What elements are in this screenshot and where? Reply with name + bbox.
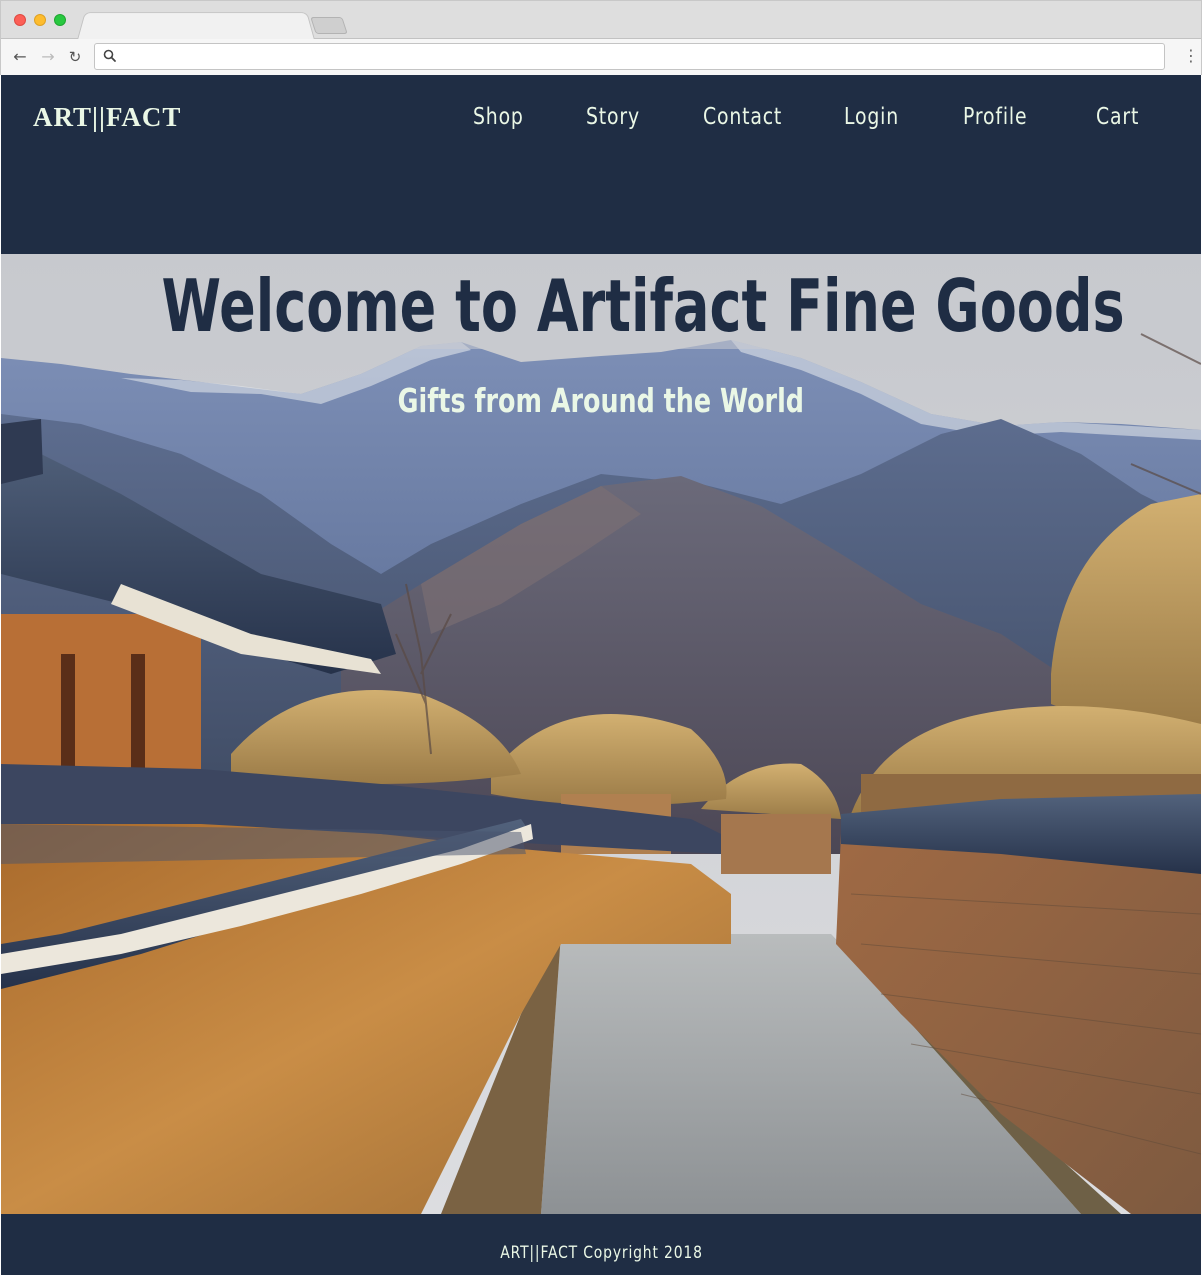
hero-title: Welcome to Artifact Fine Goods [161,264,1125,348]
nav-link-shop[interactable]: Shop [473,104,524,130]
hero-banner: Welcome to Artifact Fine Goods Gifts fro… [1,254,1201,1214]
forward-button[interactable]: → [37,46,59,68]
hero-subtitle: Gifts from Around the World [397,381,805,420]
nav-link-login[interactable]: Login [844,104,899,130]
maximize-window-button[interactable] [54,14,66,26]
minimize-window-button[interactable] [34,14,46,26]
reload-icon: ↻ [68,48,82,66]
footer-copyright: ART||FACT Copyright 2018 [499,1243,703,1263]
address-bar[interactable] [94,43,1165,70]
close-window-button[interactable] [14,14,26,26]
nav-link-contact[interactable]: Contact [703,104,782,130]
nav-link-cart[interactable]: Cart [1096,104,1139,130]
tab-strip [1,1,1201,40]
arrow-left-icon: ← [13,47,27,66]
browser-toolbar: ← → ↻ ⋮ [1,39,1201,75]
search-icon [103,49,116,62]
back-button[interactable]: ← [9,46,31,68]
arrow-right-icon: → [41,47,55,66]
reload-button[interactable]: ↻ [64,46,86,68]
website: ART||FACT Shop Story Contact Login Profi… [1,75,1201,1275]
site-footer: ART||FACT Copyright 2018 [1,1214,1201,1275]
site-logo[interactable]: ART||FACT [33,102,181,133]
browser-tab-active[interactable] [77,12,315,40]
nav-link-profile[interactable]: Profile [963,104,1027,130]
browser-window-chrome: ← → ↻ ⋮ [0,0,1202,75]
nav-link-story[interactable]: Story [586,104,640,130]
site-header: ART||FACT Shop Story Contact Login Profi… [1,75,1201,254]
kebab-menu-icon[interactable]: ⋮ [1183,47,1199,67]
new-tab-button[interactable] [310,17,348,34]
